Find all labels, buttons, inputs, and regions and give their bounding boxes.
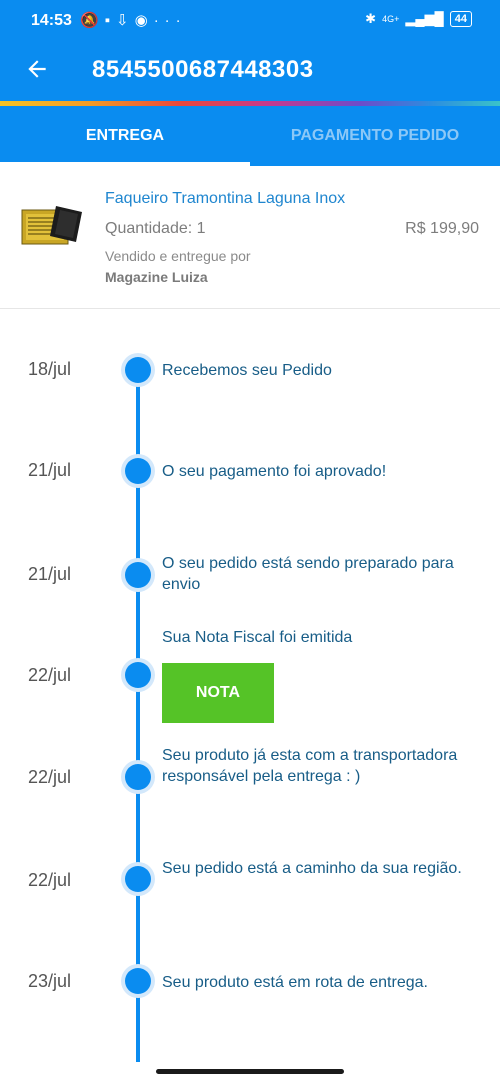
tab-pagamento-pedido[interactable]: PAGAMENTO PEDIDO xyxy=(250,106,500,166)
event-date: 21/jul xyxy=(28,460,72,480)
event-date: 22/jul xyxy=(28,665,72,685)
timeline-dot xyxy=(125,458,151,484)
timeline-dot xyxy=(125,764,151,790)
event-text: O seu pedido está sendo preparado para e… xyxy=(162,555,454,593)
event-date: 18/jul xyxy=(28,359,72,379)
event-text: Seu produto já esta com a transportadora… xyxy=(162,747,458,785)
event-date: 22/jul xyxy=(28,767,72,787)
app-icon: ◉ xyxy=(134,12,154,29)
tab-bar: ENTREGA PAGAMENTO PEDIDO xyxy=(0,106,500,166)
back-arrow-icon[interactable] xyxy=(24,56,50,82)
event-text: Seu produto está em rota de entrega. xyxy=(162,974,428,991)
product-name[interactable]: Faqueiro Tramontina Laguna Inox xyxy=(105,190,345,208)
product-card[interactable]: Faqueiro Tramontina Laguna Inox Quantida… xyxy=(0,166,500,309)
product-price: R$ 199,90 xyxy=(405,220,479,237)
event-text: Recebemos seu Pedido xyxy=(162,362,332,379)
event-text: O seu pagamento foi aprovado! xyxy=(162,463,387,480)
timeline-dot xyxy=(125,866,151,892)
timeline-dot xyxy=(125,968,151,994)
tab-entrega[interactable]: ENTREGA xyxy=(0,106,250,166)
event-text: Seu pedido está a caminho da sua região. xyxy=(162,860,462,877)
message-icon: ▪ xyxy=(104,12,117,29)
timeline-dot xyxy=(125,357,151,383)
bluetooth-icon: ✱ xyxy=(365,11,377,26)
status-bar: 14:53 🔕▪⇩◉··· ✱ 4G+ ▂▄▆█ 44 xyxy=(0,0,500,42)
signal-icon: ▂▄▆█ xyxy=(405,11,444,26)
system-icons: ✱ 4G+ ▂▄▆█ 44 xyxy=(365,11,472,27)
event-date: 23/jul xyxy=(28,971,72,991)
event-date: 22/jul xyxy=(28,870,72,890)
battery-icon: 44 xyxy=(449,11,472,27)
product-thumbnail xyxy=(21,206,82,245)
more-icon: ··· xyxy=(153,12,187,29)
product-quantity: Quantidade: 1 xyxy=(105,220,206,237)
nota-fiscal-button[interactable]: NOTA xyxy=(162,663,274,723)
bell-off-icon: 🔕 xyxy=(80,12,105,29)
notification-icons: 🔕▪⇩◉··· xyxy=(80,11,187,29)
status-time: 14:53 xyxy=(31,12,72,29)
download-icon: ⇩ xyxy=(116,12,135,29)
home-indicator[interactable] xyxy=(156,1069,344,1074)
timeline-dot xyxy=(125,562,151,588)
network-label: 4G+ xyxy=(382,14,400,24)
sold-by-label: Vendido e entregue por xyxy=(105,248,251,264)
event-date: 21/jul xyxy=(28,564,72,584)
order-number-title: 8545500687448303 xyxy=(92,56,314,83)
seller-name: Magazine Luiza xyxy=(105,269,208,285)
app-bar: 8545500687448303 xyxy=(0,42,500,102)
event-text: Sua Nota Fiscal foi emitida xyxy=(162,629,353,646)
timeline-dot xyxy=(125,662,151,688)
